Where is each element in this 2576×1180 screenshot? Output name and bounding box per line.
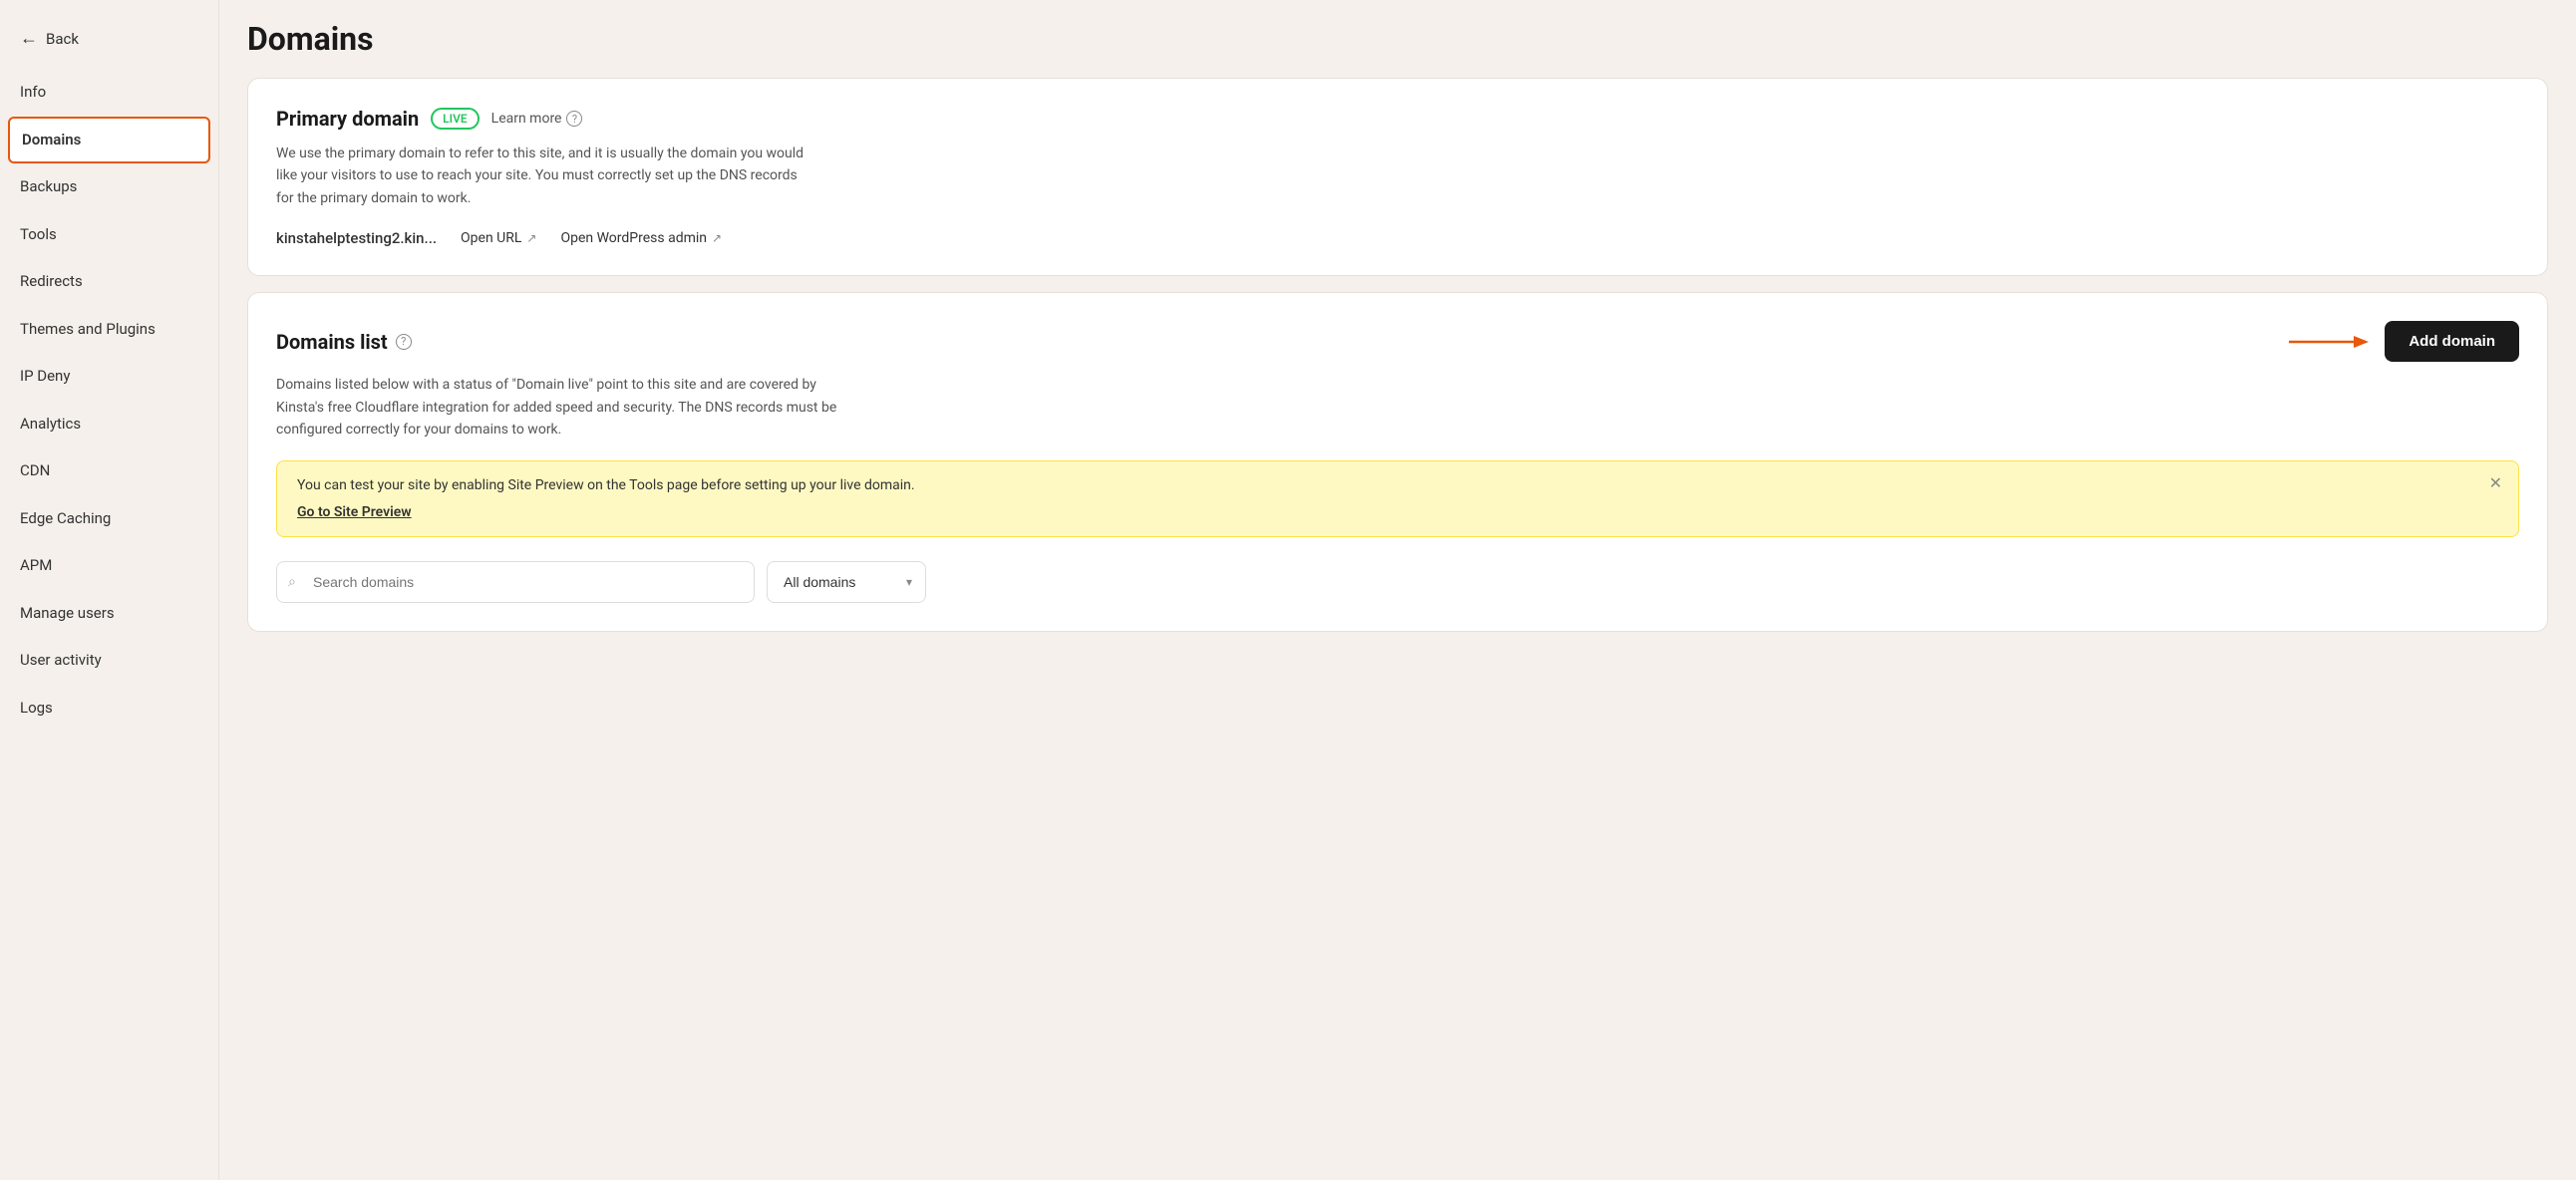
sidebar-item-backups[interactable]: Backups — [0, 163, 218, 211]
sidebar-item-cdn[interactable]: CDN — [0, 447, 218, 495]
domain-filter-select[interactable]: All domains Live Not live — [767, 561, 926, 603]
domains-list-description: Domains listed below with a status of "D… — [276, 374, 854, 441]
add-domain-btn-wrap: Add domain — [2289, 321, 2519, 362]
help-icon: ? — [566, 111, 582, 127]
sidebar-item-edge-caching[interactable]: Edge Caching — [0, 495, 218, 543]
primary-domain-title: Primary domain — [276, 107, 419, 131]
live-badge: LIVE — [431, 108, 480, 130]
back-label: Back — [46, 30, 79, 48]
open-url-link[interactable]: Open URL ↗ — [461, 230, 536, 246]
page-title: Domains — [247, 20, 2548, 58]
sidebar-item-tools[interactable]: Tools — [0, 211, 218, 259]
arrow-indicator — [2289, 330, 2369, 354]
primary-domain-description: We use the primary domain to refer to th… — [276, 143, 814, 209]
alert-text: You can test your site by enabling Site … — [297, 477, 2498, 493]
external-link-icon: ↗ — [526, 231, 536, 245]
learn-more-link[interactable]: Learn more ? — [491, 111, 583, 127]
domains-list-title-wrap: Domains list ? — [276, 330, 412, 354]
sidebar-item-domains[interactable]: Domains — [8, 117, 210, 164]
search-input-wrap: ⌕ — [276, 561, 755, 603]
sidebar-item-themes-plugins[interactable]: Themes and Plugins — [0, 306, 218, 354]
domain-url: kinstahelptesting2.kin... — [276, 229, 437, 247]
site-preview-alert: You can test your site by enabling Site … — [276, 460, 2519, 537]
sidebar-item-manage-users[interactable]: Manage users — [0, 590, 218, 638]
back-arrow-icon: ← — [20, 28, 38, 49]
sidebar-item-user-activity[interactable]: User activity — [0, 637, 218, 685]
search-input[interactable] — [276, 561, 755, 603]
sidebar-item-analytics[interactable]: Analytics — [0, 401, 218, 448]
primary-domain-card: Primary domain LIVE Learn more ? We use … — [247, 78, 2548, 276]
sidebar-item-info[interactable]: Info — [0, 69, 218, 117]
filter-select-wrap: All domains Live Not live — [767, 561, 926, 603]
go-to-site-preview-link[interactable]: Go to Site Preview — [297, 504, 412, 520]
external-link-icon-2: ↗ — [712, 231, 722, 245]
main-content: Domains Primary domain LIVE Learn more ?… — [219, 0, 2576, 1180]
domain-row: kinstahelptesting2.kin... Open URL ↗ Ope… — [276, 229, 2519, 247]
sidebar: ← Back Info Domains Backups Tools Redire… — [0, 0, 219, 1180]
domains-list-help-icon[interactable]: ? — [396, 334, 412, 350]
sidebar-item-logs[interactable]: Logs — [0, 685, 218, 733]
domains-list-header: Domains list ? Add domain — [276, 321, 2519, 362]
search-icon: ⌕ — [288, 574, 296, 590]
primary-domain-header: Primary domain LIVE Learn more ? — [276, 107, 2519, 131]
sidebar-item-ip-deny[interactable]: IP Deny — [0, 353, 218, 401]
back-button[interactable]: ← Back — [0, 16, 218, 61]
add-domain-button[interactable]: Add domain — [2385, 321, 2519, 362]
sidebar-item-apm[interactable]: APM — [0, 542, 218, 590]
open-wp-admin-link[interactable]: Open WordPress admin ↗ — [560, 230, 722, 246]
alert-close-button[interactable]: ✕ — [2489, 473, 2502, 493]
sidebar-item-redirects[interactable]: Redirects — [0, 258, 218, 306]
domains-list-title: Domains list — [276, 330, 388, 354]
search-row: ⌕ All domains Live Not live — [276, 561, 2519, 603]
domains-list-card: Domains list ? Add domain Domains listed… — [247, 292, 2548, 632]
